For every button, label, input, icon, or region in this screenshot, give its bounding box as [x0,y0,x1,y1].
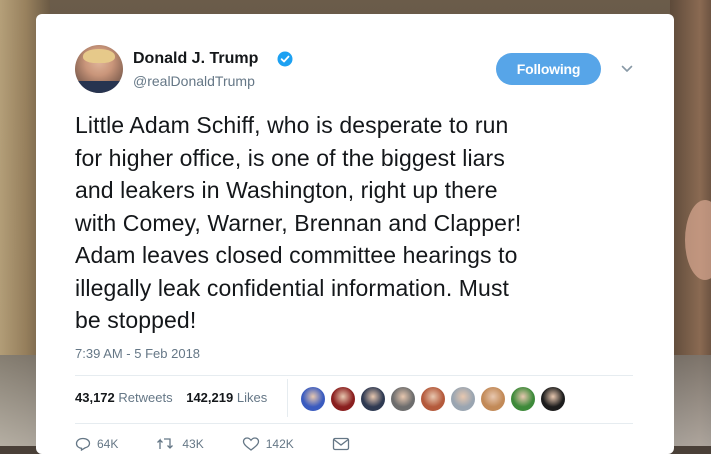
heart-icon [242,437,259,451]
like-button[interactable]: 142K [242,437,294,451]
tweet-text-line: with Comey, Warner, Brennan and Clapper! [75,209,522,236]
tweet-text-line: Little Adam Schiff, who is desperate to … [75,112,509,138]
liker-avatar[interactable] [540,386,566,412]
envelope-icon [332,437,349,451]
retweet-icon [157,438,174,449]
liker-avatar[interactable] [330,386,356,412]
direct-message-button[interactable] [332,437,356,451]
avatar[interactable] [75,45,123,93]
author-handle[interactable]: @realDonaldTrump [133,73,255,89]
liker-avatar[interactable] [450,386,476,412]
reply-icon [75,437,91,451]
liker-avatar[interactable] [510,386,536,412]
chevron-down-icon[interactable] [620,62,634,76]
likes-count[interactable]: 142,219 [186,390,233,405]
following-button[interactable]: Following [496,53,601,85]
like-count: 142K [265,437,294,451]
likes-label[interactable]: Likes [237,390,267,405]
verified-badge-icon [277,51,293,67]
reply-count: 64K [97,437,119,451]
retweets-count[interactable]: 43,172 [75,390,115,405]
retweet-button[interactable]: 43K [156,437,204,451]
author-display-name[interactable]: Donald J. Trump [133,50,258,68]
retweet-count: 43K [182,437,204,451]
tweet-actions: 64K 43K 142K [75,437,394,451]
liker-avatar[interactable] [420,386,446,412]
liker-avatar[interactable] [300,386,326,412]
tweet-text-line: and leakers in Washington, right up ther… [75,177,498,203]
liker-avatar[interactable] [390,386,416,412]
liker-avatars [300,386,570,412]
reply-button[interactable]: 64K [75,437,118,451]
tweet-text-line: Adam leaves closed committee hearings to [75,242,518,268]
retweets-label[interactable]: Retweets [118,390,172,405]
divider [75,423,633,424]
liker-avatar[interactable] [480,386,506,412]
engagement-stats: 43,172 Retweets 142,219 Likes [75,390,267,405]
divider [75,375,633,376]
tweet-text-line: be stopped! [75,307,197,333]
tweet-text: Little Adam Schiff, who is desperate to … [75,109,645,337]
stats-separator [287,379,288,417]
tweet-text-line: for higher office, is one of the biggest… [75,144,505,171]
tweet-card: Donald J. Trump @realDonaldTrump Followi… [36,14,674,454]
tweet-text-line: illegally leak confidential information.… [75,274,510,301]
tweet-timestamp[interactable]: 7:39 AM - 5 Feb 2018 [75,346,200,361]
liker-avatar[interactable] [360,386,386,412]
